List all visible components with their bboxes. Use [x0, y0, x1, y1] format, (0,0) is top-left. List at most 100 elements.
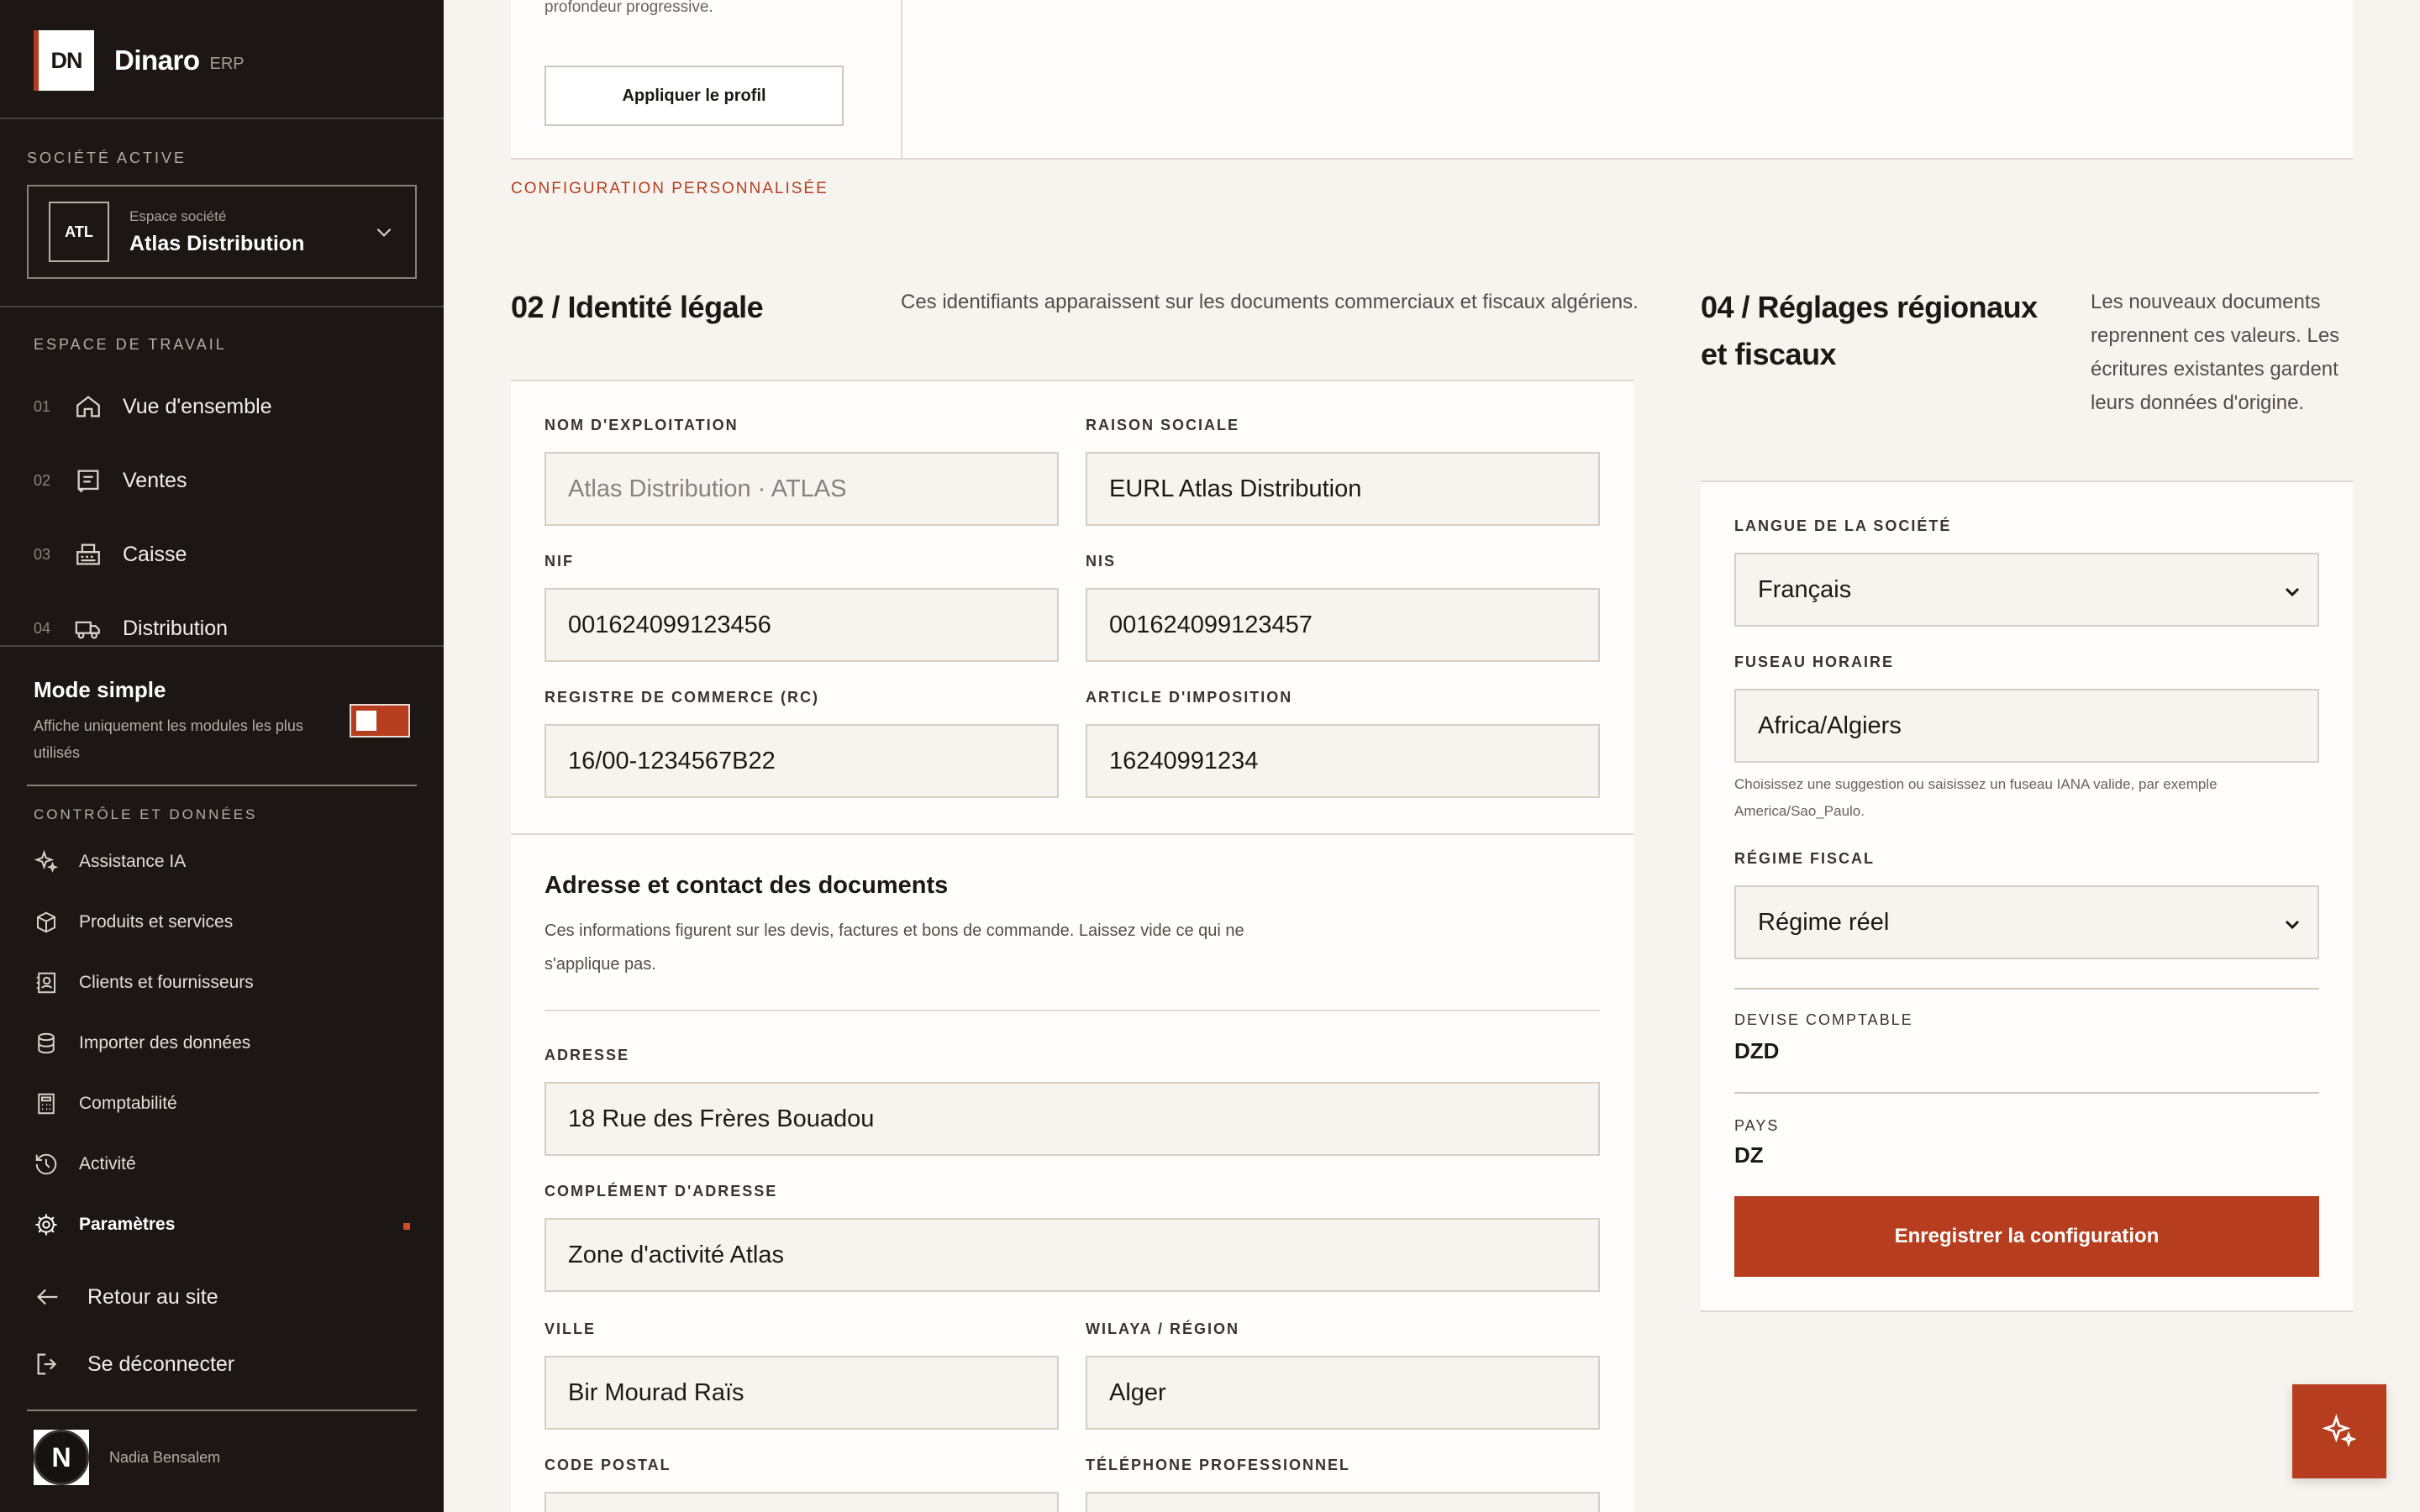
calculator-icon: [38, 1093, 55, 1115]
brand-name: Dinaro: [114, 45, 200, 76]
apply-profile-button[interactable]: Appliquer le profil: [544, 66, 844, 126]
workspace-section-label: ESPACE DE TRAVAIL: [34, 336, 227, 353]
divider: [0, 306, 444, 307]
register-icon: [76, 543, 100, 565]
sidebar-item-products[interactable]: Produits et services: [34, 907, 233, 937]
divider: [0, 118, 444, 119]
nis-input[interactable]: 001624099123457: [1086, 588, 1600, 662]
sidebar-item-activity[interactable]: Activité: [34, 1149, 136, 1179]
postal-code-input[interactable]: [544, 1492, 1059, 1512]
tax-regime-select[interactable]: Régime réel: [1734, 885, 2319, 959]
language-value: Français: [1758, 575, 1852, 603]
timezone-label: FUSEAU HORAIRE: [1734, 654, 1895, 670]
address2-label: COMPLÉMENT D'ADRESSE: [544, 1183, 778, 1200]
regional-section-desc: Les nouveaux documents reprennent ces va…: [2091, 291, 2340, 414]
divider: [1734, 1092, 2319, 1094]
chevron-down-icon: [2285, 920, 2300, 930]
sidebar-item-contacts[interactable]: Clients et fournisseurs: [34, 968, 254, 998]
nav-item-sales[interactable]: 02 Ventes: [34, 464, 187, 497]
language-select[interactable]: Français: [1734, 553, 2319, 627]
avatar-initial: N: [34, 1430, 89, 1485]
address2-input[interactable]: Zone d'activité Atlas: [544, 1218, 1600, 1292]
sidebar: DN Dinaro ERP SOCIÉTÉ ACTIVE ATL Espace …: [0, 0, 444, 1512]
language-label: LANGUE DE LA SOCIÉTÉ: [1734, 517, 1952, 534]
active-indicator: [403, 1223, 410, 1230]
workspace-nav: 01 Vue d'ensemble 02 Ventes 03 Caisse 04…: [0, 378, 444, 645]
sparkles-icon: [34, 849, 59, 873]
sidebar-item-ai-assistance[interactable]: Assistance IA: [34, 847, 186, 877]
country-value: DZ: [1734, 1142, 1764, 1168]
sidebar-item-label: Comptabilité: [79, 1094, 177, 1113]
contacts-icon: [36, 972, 55, 994]
legal-section-title: 02 / Identité légale: [511, 290, 764, 324]
divider: [901, 0, 902, 160]
sidebar-item-label: Produits et services: [79, 912, 234, 932]
back-to-site-label: Retour au site: [87, 1284, 218, 1309]
timezone-hint: Choisissez une suggestion ou saisissez u…: [1734, 776, 2217, 819]
toggle-knob: [356, 711, 376, 731]
nav-item-overview[interactable]: 01 Vue d'ensemble: [34, 390, 272, 423]
company-section-label: SOCIÉTÉ ACTIVE: [27, 150, 187, 166]
nav-item-distribution[interactable]: 04 Distribution: [34, 612, 228, 645]
save-config-button[interactable]: Enregistrer la configuration: [1734, 1196, 2319, 1277]
legal-section-desc: Ces identifiants apparaissent sur les do…: [901, 291, 1639, 313]
rc-label: REGISTRE DE COMMERCE (RC): [544, 689, 820, 706]
back-to-site-link[interactable]: Retour au site: [34, 1278, 218, 1315]
user-profile[interactable]: N Nadia Bensalem: [34, 1430, 220, 1485]
tax-regime-label: RÉGIME FISCAL: [1734, 850, 1876, 867]
city-input[interactable]: Bir Mourad Raïs: [544, 1356, 1059, 1430]
brand-logo: DN: [34, 30, 94, 91]
phone-label: TÉLÉPHONE PROFESSIONNEL: [1086, 1457, 1351, 1473]
simple-mode-title: Mode simple: [34, 677, 166, 702]
divider: [544, 1010, 1600, 1011]
nif-label: NIF: [544, 553, 574, 570]
region-label: WILAYA / RÉGION: [1086, 1320, 1240, 1337]
nav-item-register[interactable]: 03 Caisse: [34, 538, 187, 571]
company-name-label: RAISON SOCIALE: [1086, 417, 1240, 433]
phone-input[interactable]: [1086, 1492, 1600, 1512]
currency-label: DEVISE COMPTABLE: [1734, 1011, 1913, 1028]
nav-number: 04: [34, 619, 51, 637]
divider: [1734, 988, 2319, 990]
company-switcher[interactable]: ATL Espace société Atlas Distribution: [27, 185, 417, 279]
tax-article-input[interactable]: 16240991234: [1086, 724, 1600, 798]
sidebar-item-settings[interactable]: Paramètres: [34, 1210, 175, 1240]
profile-hint: profondeur progressive.: [544, 0, 713, 16]
timezone-input[interactable]: Africa/Algiers: [1734, 689, 2319, 763]
region-input[interactable]: Alger: [1086, 1356, 1600, 1430]
arrow-left-icon: [37, 1289, 58, 1305]
history-icon: [35, 1153, 57, 1175]
sidebar-item-label: Paramètres: [79, 1215, 176, 1234]
postal-code-label: CODE POSTAL: [544, 1457, 671, 1473]
sidebar-item-import[interactable]: Importer des données: [34, 1028, 250, 1058]
sidebar-item-label: Assistance IA: [79, 852, 187, 871]
country-label: PAYS: [1734, 1117, 1780, 1134]
logout-button[interactable]: Se déconnecter: [34, 1346, 234, 1383]
simple-mode-toggle[interactable]: [350, 704, 410, 738]
regional-card: LANGUE DE LA SOCIÉTÉ Français FUSEAU HOR…: [1701, 480, 2353, 1312]
address-input[interactable]: 18 Rue des Frères Bouadou: [544, 1082, 1600, 1156]
receipt-icon: [77, 470, 99, 493]
home-icon: [76, 396, 100, 417]
control-section-label: CONTRÔLE ET DONNÉES: [34, 806, 258, 822]
database-icon: [38, 1032, 55, 1054]
company-name-input[interactable]: EURL Atlas Distribution: [1086, 452, 1600, 526]
nav-label: Caisse: [123, 542, 187, 566]
chevron-down-icon: [2285, 587, 2300, 597]
nav-label: Ventes: [123, 468, 187, 492]
ai-assistant-button[interactable]: [2292, 1384, 2386, 1478]
nav-label: Distribution: [123, 616, 229, 640]
box-icon: [37, 911, 55, 933]
brand[interactable]: DN Dinaro ERP: [34, 30, 245, 91]
tax-article-label: ARTICLE D'IMPOSITION: [1086, 689, 1293, 706]
trade-name-input[interactable]: Atlas Distribution · ATLAS: [544, 452, 1059, 526]
brand-tag: ERP: [209, 54, 245, 73]
avatar: N: [34, 1430, 89, 1485]
rc-input[interactable]: 16/00-1234567B22: [544, 724, 1059, 798]
sidebar-item-accounting[interactable]: Comptabilité: [34, 1089, 177, 1119]
nif-input[interactable]: 001624099123456: [544, 588, 1059, 662]
profile-card: profondeur progressive. Appliquer le pro…: [511, 0, 2353, 160]
trade-name-label: NOM D'EXPLOITATION: [544, 417, 739, 433]
logout-icon: [37, 1353, 57, 1375]
user-name: Nadia Bensalem: [109, 1448, 221, 1466]
